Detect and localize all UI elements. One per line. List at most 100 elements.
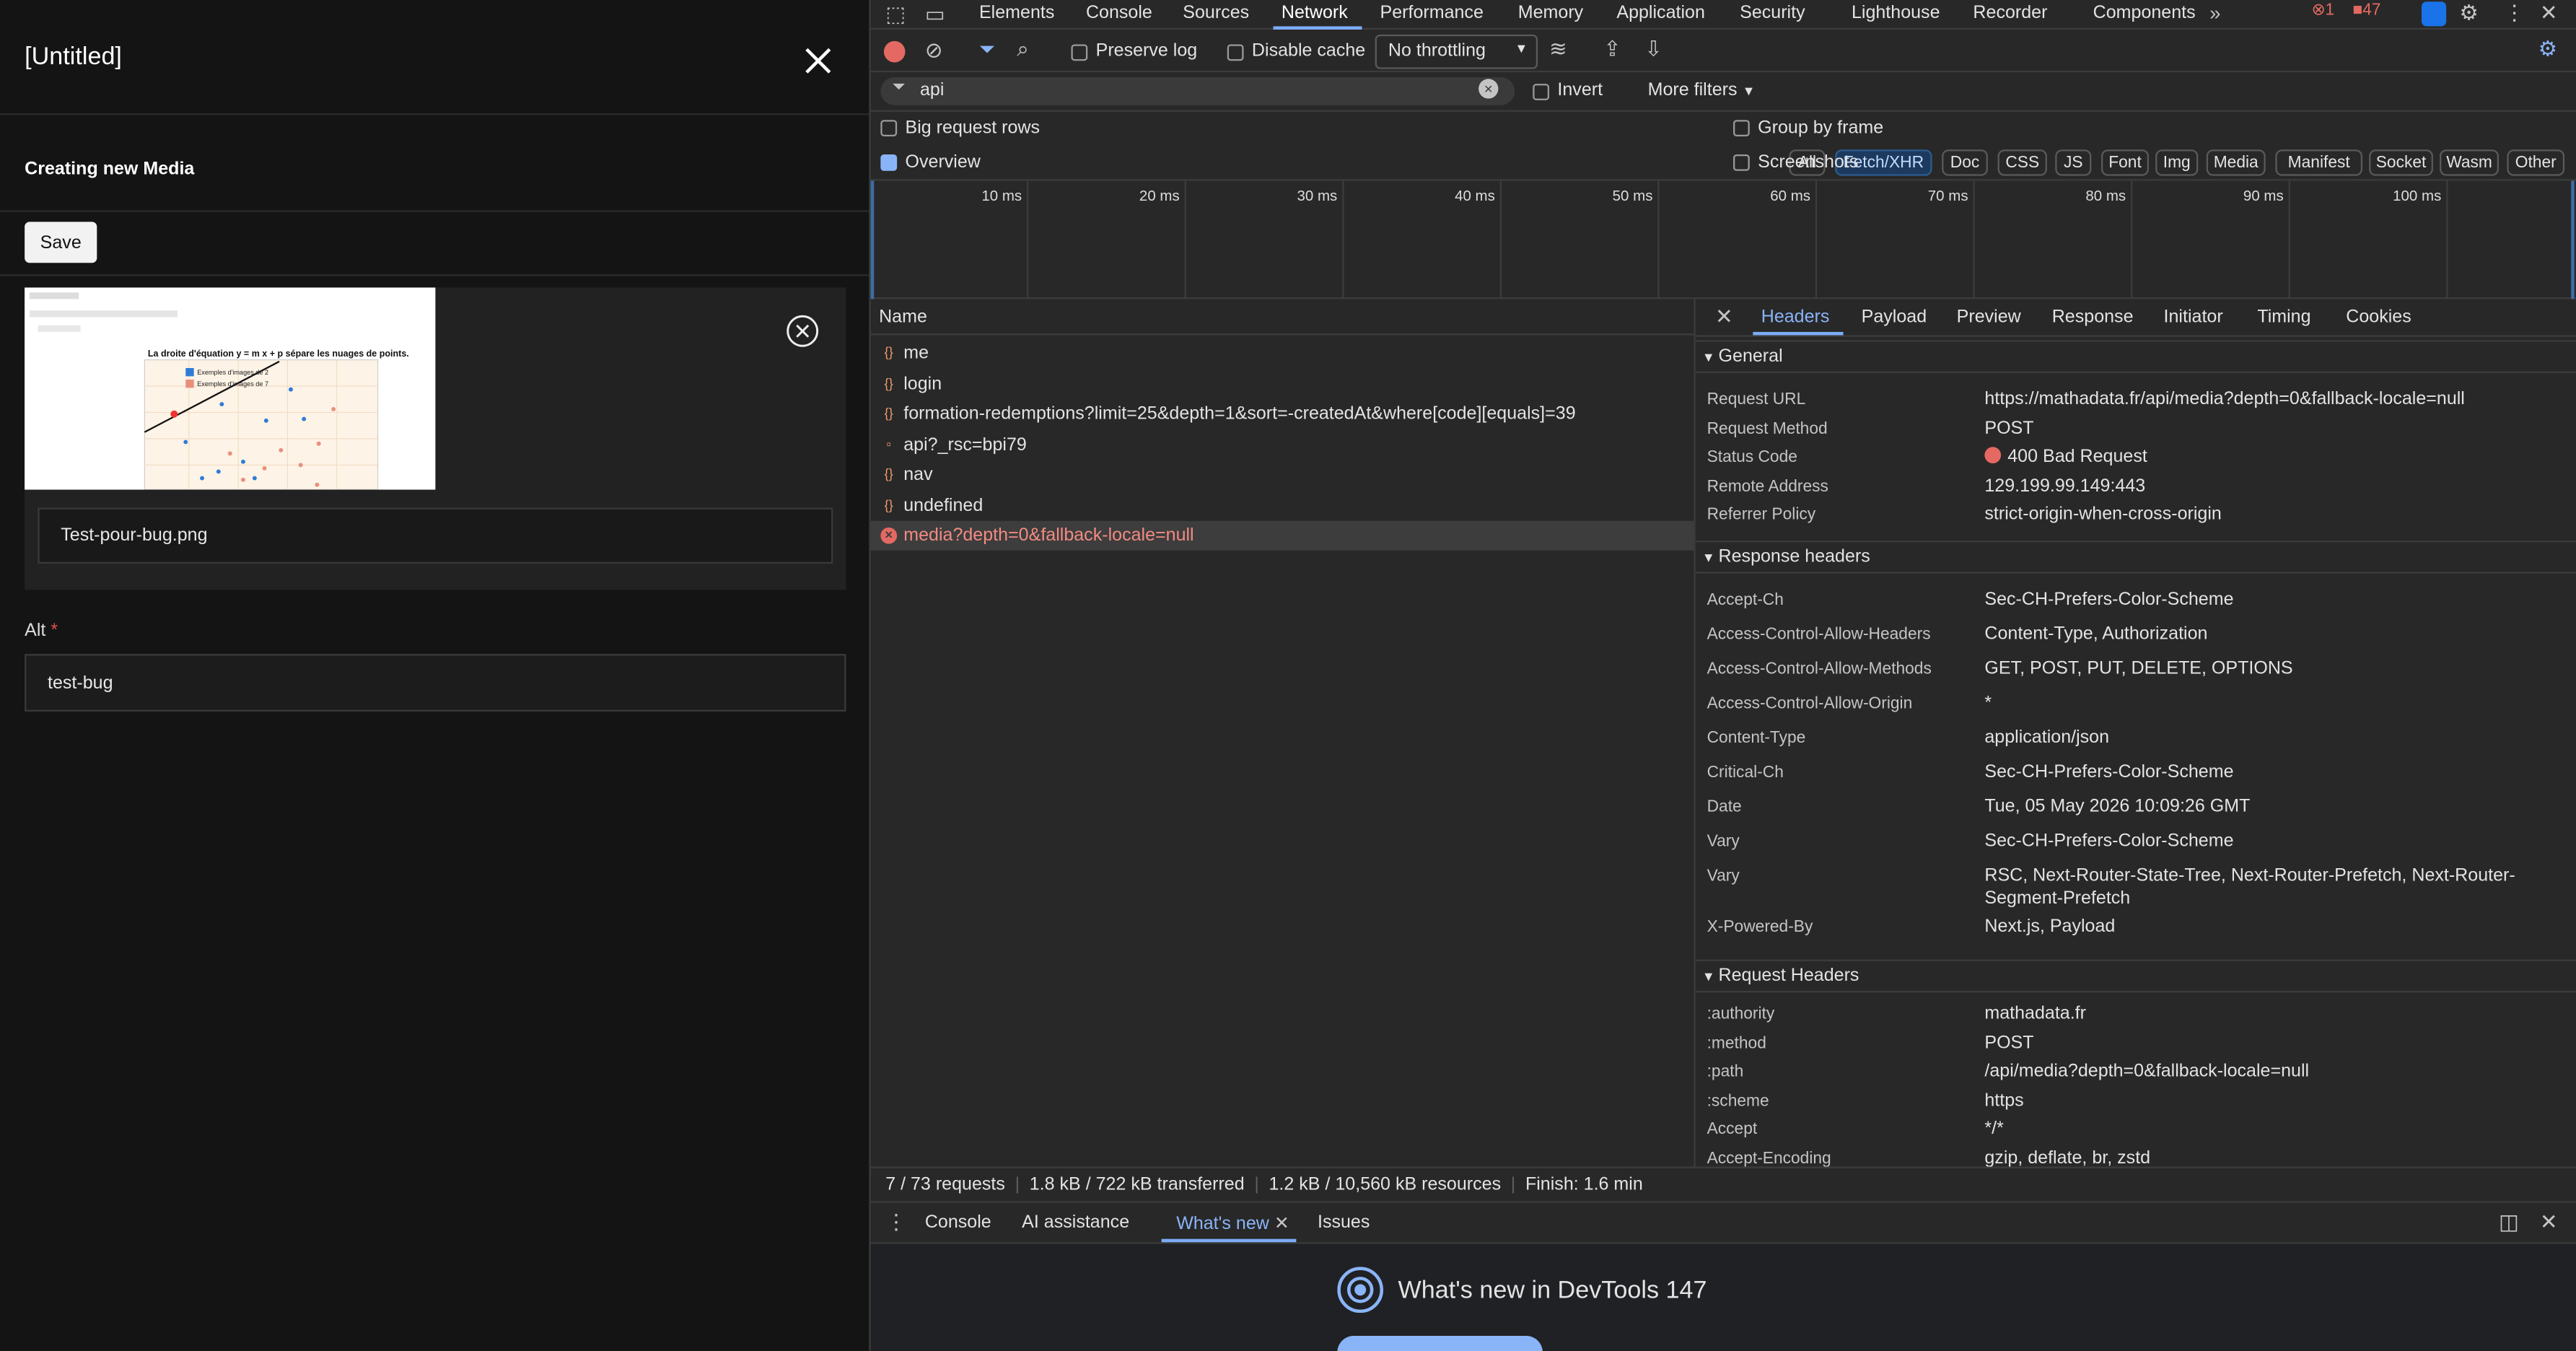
drawer-tab-ai-assistance[interactable]: AI assistance — [1022, 1212, 1129, 1232]
tab-security[interactable]: Security — [1740, 4, 1805, 23]
see-all-features-button[interactable] — [1337, 1336, 1543, 1351]
fetch-request-icon: {} — [884, 375, 893, 390]
close-drawer-icon[interactable]: ✕ — [2540, 1210, 2558, 1236]
tab-application[interactable]: Application — [1616, 4, 1705, 23]
tab-performance[interactable]: Performance — [1380, 4, 1484, 23]
header-name: Access-Control-Allow-Headers — [1707, 626, 1931, 644]
screenshots-checkbox[interactable] — [1733, 154, 1750, 171]
request-row[interactable]: × media?depth=0&fallback-locale=null — [870, 520, 1694, 551]
request-row[interactable]: {} nav — [871, 460, 1694, 490]
export-har-icon[interactable]: ⇩ — [1644, 36, 1662, 62]
tab-response[interactable]: Response — [2052, 307, 2134, 327]
close-devtools-icon[interactable]: ✕ — [2540, 0, 2558, 26]
network-conditions-icon[interactable]: ≋ — [1549, 36, 1567, 62]
device-toolbar-icon[interactable]: ▭ — [925, 1, 945, 27]
group-by-frame-label: Group by frame — [1758, 118, 1884, 139]
search-icon[interactable]: ⌕ — [1017, 36, 1029, 62]
general-section-header[interactable]: ▼ General — [1695, 340, 2576, 373]
import-har-icon[interactable]: ⇪ — [1603, 36, 1621, 62]
issue-icon: ■ — [2352, 1, 2363, 20]
drawer-tab-issues[interactable]: Issues — [1318, 1212, 1370, 1232]
clear-filter-icon[interactable]: × — [1478, 79, 1499, 99]
header-value: 400 Bad Request — [1984, 445, 2526, 468]
drawer-tab-whats-new[interactable]: What's new ✕ — [1176, 1212, 1289, 1234]
tab-elements[interactable]: Elements — [979, 4, 1054, 23]
filter-value: api — [920, 80, 945, 100]
fetch-request-icon: {} — [884, 406, 893, 421]
settings-gear-icon[interactable]: ⚙ — [2459, 0, 2479, 26]
file-name-field[interactable]: Test-pour-bug.png — [38, 507, 833, 564]
drawer-menu-icon[interactable]: ⋮ — [885, 1210, 907, 1236]
detail-tabs: ✕ Headers Payload Preview Response Initi… — [1695, 299, 2576, 337]
filter-icon[interactable]: ⏷ — [979, 38, 995, 62]
timeline-gridline — [1027, 180, 1029, 300]
request-row[interactable]: {} undefined — [871, 491, 1694, 520]
overview-timeline[interactable]: 10 ms 20 ms 30 ms 40 ms 50 ms 60 ms 70 ms 80 ms… — [870, 180, 2576, 300]
error-count: 1 — [2325, 1, 2335, 20]
drawer-tab-console[interactable]: Console — [925, 1212, 991, 1232]
warning-count-badge[interactable]: ■47 — [2352, 1, 2380, 19]
tab-memory[interactable]: Memory — [1518, 4, 1583, 23]
tab-sources[interactable]: Sources — [1183, 4, 1249, 23]
media-thumbnail: La droite d'équation y = m x + p sépare … — [25, 287, 436, 490]
tab-preview[interactable]: Preview — [1957, 307, 2021, 327]
timeline-tick-label: 70 ms — [1927, 187, 1968, 204]
timeline-tick-label: 60 ms — [1770, 187, 1811, 204]
tab-recorder[interactable]: Recorder — [1973, 4, 2047, 23]
clear-icon[interactable]: ⊘ — [925, 38, 943, 64]
header-value: Sec-CH-Prefers-Color-Scheme — [1984, 831, 2234, 852]
response-headers-section-title: Response headers — [1718, 547, 1870, 567]
filter-funnel-icon: ⏷ — [892, 79, 906, 97]
inspect-element-icon[interactable]: ⬚ — [885, 1, 906, 27]
tab-network[interactable]: Network — [1282, 4, 1348, 23]
record-stop-icon[interactable] — [883, 40, 906, 63]
disable-cache-checkbox[interactable] — [1227, 44, 1244, 61]
ai-assistant-icon[interactable] — [2422, 1, 2447, 27]
close-tab-icon[interactable]: ✕ — [1274, 1215, 1289, 1234]
kebab-menu-icon[interactable]: ⋮ — [2504, 0, 2525, 26]
dock-icon[interactable]: ◫ — [2499, 1210, 2519, 1236]
active-detail-tab-indicator — [1753, 331, 1844, 336]
request-row[interactable]: ▫ api?_rsc=bpi79 — [871, 429, 1694, 459]
header-name: :scheme — [1707, 1092, 1769, 1111]
header-name: Request Method — [1707, 419, 1828, 438]
preserve-log-checkbox[interactable] — [1071, 44, 1088, 61]
timeline-start-handle[interactable] — [870, 180, 875, 300]
more-tabs-icon[interactable]: » — [2209, 1, 2220, 25]
tab-initiator[interactable]: Initiator — [2164, 307, 2223, 327]
header-name: Vary — [1707, 833, 1740, 852]
request-row[interactable]: {} me — [871, 338, 1694, 368]
close-icon[interactable] — [802, 44, 835, 77]
tab-components[interactable]: Components — [2093, 4, 2196, 23]
header-value: /api/media?depth=0&fallback-locale=null — [1984, 1062, 2310, 1082]
timeline-gridline — [1815, 180, 1818, 300]
big-request-rows-checkbox[interactable] — [880, 120, 898, 136]
network-settings-icon[interactable]: ⚙ — [2538, 36, 2558, 62]
tab-timing[interactable]: Timing — [2257, 307, 2310, 327]
tab-headers[interactable]: Headers — [1761, 307, 1830, 327]
header-value: mathadata.fr — [1984, 1004, 2087, 1024]
tab-cookies[interactable]: Cookies — [2346, 307, 2411, 327]
overview-checkbox[interactable] — [880, 154, 898, 171]
throttling-select[interactable]: No throttling ▼ — [1375, 34, 1538, 69]
more-filters-dropdown[interactable]: More filters ▼ — [1648, 81, 1756, 100]
remove-file-icon[interactable] — [785, 314, 820, 349]
response-headers-section-header[interactable]: ▼ Response headers — [1695, 541, 2576, 574]
group-by-frame-checkbox[interactable] — [1733, 120, 1750, 136]
request-row[interactable]: {} login — [871, 369, 1694, 398]
tab-payload[interactable]: Payload — [1862, 307, 1927, 327]
tab-lighthouse[interactable]: Lighthouse — [1852, 4, 1940, 23]
timeline-gridline — [1657, 180, 1660, 300]
save-button[interactable]: Save — [25, 222, 97, 263]
filter-input[interactable]: ⏷ api × — [880, 77, 1515, 105]
tab-console[interactable]: Console — [1086, 4, 1152, 23]
request-row[interactable]: {} formation-redemptions?limit=25&depth=1… — [871, 399, 1694, 429]
header-value: POST — [1984, 418, 2034, 438]
close-details-icon[interactable]: ✕ — [1715, 304, 1733, 330]
alt-input[interactable]: test-bug — [25, 654, 846, 712]
name-column-header[interactable]: Name — [870, 299, 1696, 336]
header-value: POST — [1984, 1033, 2034, 1053]
invert-checkbox[interactable] — [1533, 84, 1550, 100]
error-count-badge[interactable]: ⊗1 — [2311, 1, 2334, 19]
request-headers-section-header[interactable]: ▼ Request Headers — [1695, 959, 2576, 993]
